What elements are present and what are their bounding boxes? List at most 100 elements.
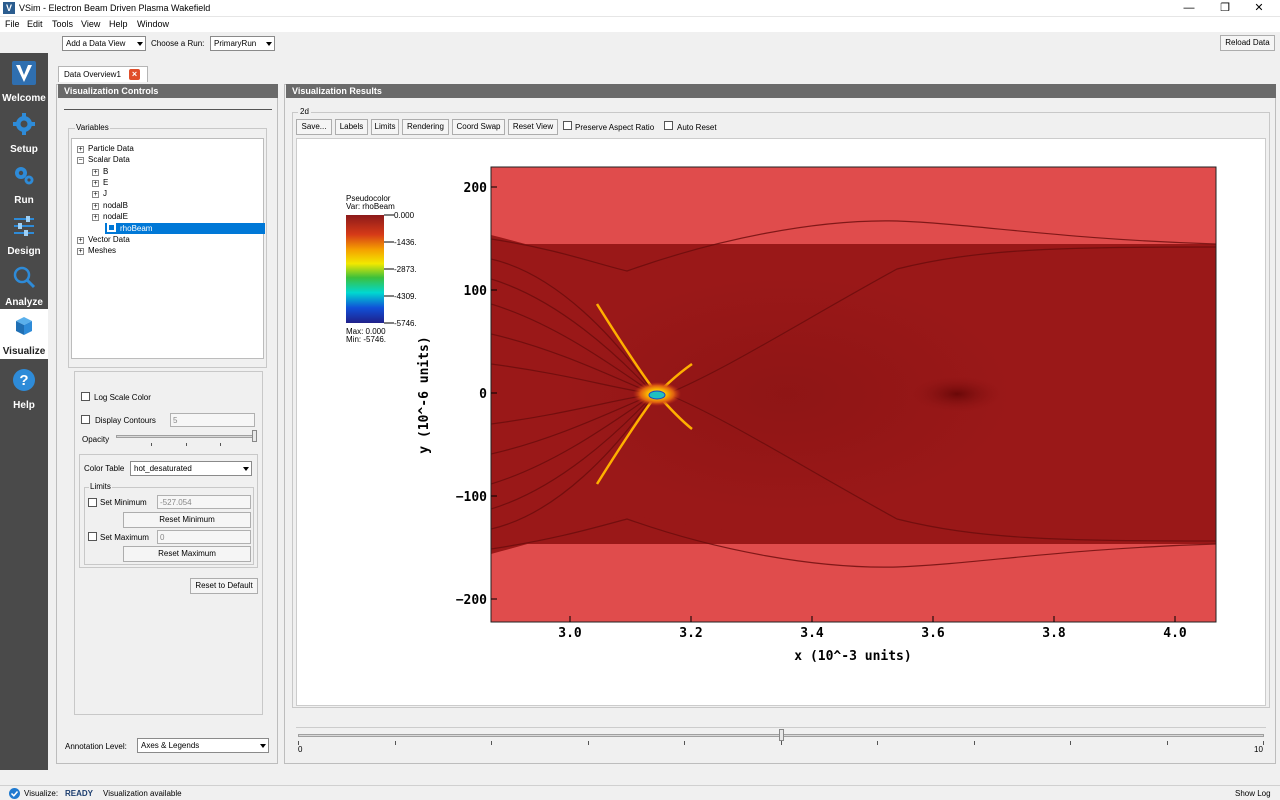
tree-item-b[interactable]: + B [92, 166, 108, 177]
menu-help[interactable]: Help [109, 19, 128, 29]
visualization-canvas[interactable]: 200 100 0 −100 −200 3.0 3.2 3.4 3.6 3.8 … [296, 138, 1266, 706]
expand-icon[interactable]: + [92, 214, 99, 221]
nav-run[interactable]: Run [0, 158, 48, 208]
auto-reset-checkbox[interactable] [664, 121, 673, 130]
annotation-level-value: Axes & Legends [141, 741, 200, 750]
color-table-select[interactable]: hot_desaturated [130, 461, 252, 476]
tree-item-rhobeam[interactable]: rhoBeam [105, 223, 265, 234]
reset-to-default-button[interactable]: Reset to Default [190, 578, 258, 594]
nav-design[interactable]: Design [0, 209, 48, 259]
tree-item-label: Particle Data [88, 144, 134, 153]
collapse-icon[interactable]: − [77, 157, 84, 164]
coord-swap-button[interactable]: Coord Swap [452, 119, 505, 135]
tree-item-particle-data[interactable]: + Particle Data [77, 143, 134, 154]
time-slider-ticks [298, 741, 1264, 745]
expand-icon[interactable]: + [77, 237, 84, 244]
reset-minimum-button[interactable]: Reset Minimum [123, 512, 251, 528]
slider-tick [491, 741, 492, 745]
sliders-icon [14, 216, 34, 236]
chevron-down-icon [260, 744, 266, 748]
tree-item-meshes[interactable]: + Meshes [77, 245, 116, 256]
expand-icon[interactable]: + [92, 169, 99, 176]
close-icon[interactable]: × [129, 69, 140, 80]
nav-welcome[interactable]: Welcome [0, 56, 48, 106]
visualization-results-header: Visualization Results [286, 84, 1276, 98]
menu-tools[interactable]: Tools [52, 19, 73, 29]
menu-view[interactable]: View [81, 19, 100, 29]
tree-item-j[interactable]: + J [92, 188, 107, 199]
contours-spinbox[interactable]: 5 [170, 413, 255, 427]
add-data-view-value: Add a Data View [66, 39, 126, 48]
maximum-field[interactable]: 0 [157, 530, 251, 544]
x-tick-label: 3.8 [1042, 626, 1066, 641]
preserve-aspect-checkbox[interactable] [563, 121, 572, 130]
nav-help[interactable]: ? Help [0, 363, 48, 413]
opacity-slider-handle[interactable] [252, 430, 257, 442]
y-tick-label: −200 [456, 593, 487, 608]
limits-button[interactable]: Limits [371, 119, 399, 135]
legend-tick-label: -1436. [394, 238, 417, 247]
display-contours-checkbox[interactable] [81, 415, 90, 424]
expand-icon[interactable]: + [92, 203, 99, 210]
slider-tick [877, 741, 878, 745]
tree-item-nodalb[interactable]: + nodalB [92, 200, 128, 211]
title-bar: V VSim - Electron Beam Driven Plasma Wak… [0, 0, 1280, 17]
menu-file[interactable]: File [5, 19, 20, 29]
tree-item-nodale[interactable]: + nodalE [92, 211, 128, 222]
expand-icon[interactable]: + [77, 146, 84, 153]
rendering-button[interactable]: Rendering [402, 119, 449, 135]
show-log-button[interactable]: Show Log [1235, 789, 1271, 798]
opacity-slider[interactable] [116, 435, 256, 438]
tree-item-vector-data[interactable]: + Vector Data [77, 234, 130, 245]
slider-tick [1070, 741, 1071, 745]
set-minimum-checkbox[interactable] [88, 498, 97, 507]
tab-data-overview[interactable]: Data Overview1 × [58, 66, 148, 82]
y-tick-label: 100 [464, 284, 488, 299]
nav-visualize[interactable]: Visualize [0, 309, 48, 359]
opacity-label: Opacity [82, 435, 110, 444]
tree-item-label: E [103, 178, 109, 187]
annotation-level-select[interactable]: Axes & Legends [137, 738, 269, 753]
expand-icon[interactable]: + [77, 248, 84, 255]
slider-tick [1263, 741, 1264, 745]
time-slider-handle[interactable] [779, 729, 784, 741]
y-tick-label: 0 [479, 387, 487, 402]
checkbox-checked-icon[interactable] [107, 223, 116, 232]
legend-ticks [384, 214, 394, 324]
color-table-value: hot_desaturated [134, 464, 192, 473]
menu-edit[interactable]: Edit [27, 19, 43, 29]
display-contours-label: Display Contours [95, 416, 156, 425]
add-data-view-combo[interactable]: Add a Data View [62, 36, 146, 51]
close-window-button[interactable]: ✕ [1236, 0, 1280, 17]
reset-maximum-button[interactable]: Reset Maximum [123, 546, 251, 562]
vsim-logo-icon [12, 61, 36, 85]
nav-setup[interactable]: Setup [0, 107, 48, 157]
save-button[interactable]: Save... [296, 119, 332, 135]
tree-item-scalar-data[interactable]: − Scalar Data [77, 154, 130, 165]
status-message: Visualization available [103, 789, 182, 798]
expand-icon[interactable]: + [92, 191, 99, 198]
preserve-aspect-label: Preserve Aspect Ratio [575, 123, 655, 132]
legend-variable: Var: rhoBeam [346, 202, 395, 211]
slider-tick [684, 741, 685, 745]
nav-analyze-label: Analyze [5, 297, 43, 308]
y-axis-label: y (10^-6 units) [417, 336, 432, 453]
slider-tick [394, 741, 396, 745]
status-bar: Visualize: READY Visualization available… [0, 785, 1280, 800]
nav-visualize-label: Visualize [2, 346, 46, 357]
log-scale-checkbox[interactable] [81, 392, 90, 401]
minimum-field[interactable]: -527.054 [157, 495, 251, 509]
reset-view-button[interactable]: Reset View [508, 119, 558, 135]
nav-analyze[interactable]: Analyze [0, 260, 48, 310]
y-tick-label: −100 [456, 490, 487, 505]
tree-item-e[interactable]: + E [92, 177, 108, 188]
reload-data-button[interactable]: Reload Data [1220, 35, 1275, 51]
labels-button[interactable]: Labels [335, 119, 368, 135]
menu-window[interactable]: Window [137, 19, 169, 29]
expand-icon[interactable]: + [92, 180, 99, 187]
variables-tree: + Particle Data − Scalar Data + B + E + J + no… [71, 138, 265, 359]
set-maximum-checkbox[interactable] [88, 532, 97, 541]
run-select[interactable]: PrimaryRun [210, 36, 275, 51]
opacity-ticks [116, 443, 256, 446]
slider-tick [587, 741, 589, 745]
